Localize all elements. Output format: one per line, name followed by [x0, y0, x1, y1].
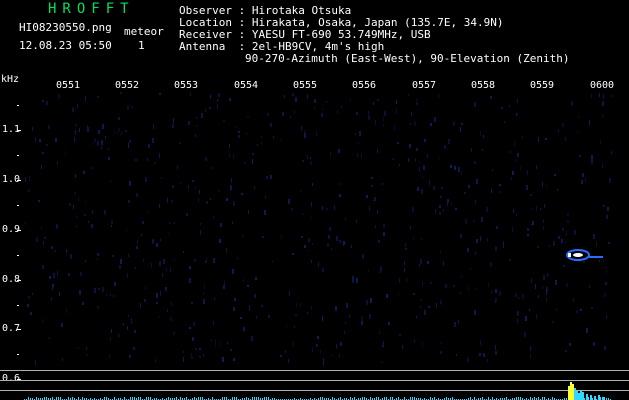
- meteor-count: 1: [138, 39, 145, 52]
- signal-level-strip: [24, 382, 611, 400]
- time-tick: 0557: [412, 80, 437, 91]
- freq-tick-mark: [17, 280, 21, 281]
- time-tick: 0556: [352, 80, 377, 91]
- freq-minor-tick: [17, 205, 19, 206]
- time-tick: 0555: [293, 80, 318, 91]
- freq-tick-mark: [17, 329, 21, 330]
- spectrogram-plot: [24, 92, 612, 398]
- timestamp-label: 12.08.23 05:50: [19, 39, 112, 52]
- meteor-echo: [566, 249, 603, 261]
- time-tick: 0553: [174, 80, 199, 91]
- time-tick: 0552: [115, 80, 140, 91]
- reference-line-upper: [0, 370, 629, 371]
- filename-label: HI08230550.png: [19, 21, 112, 34]
- freq-minor-tick: [17, 305, 19, 306]
- spectrogram-screen: HROFFT HI08230550.png 12.08.23 05:50 met…: [0, 0, 629, 400]
- app-brand: HROFFT: [48, 1, 135, 17]
- time-tick: 0600: [590, 80, 615, 91]
- freq-tick-mark: [17, 230, 21, 231]
- freq-minor-tick: [17, 354, 19, 355]
- y-axis-unit: kHz: [1, 74, 20, 85]
- freq-minor-tick: [17, 255, 19, 256]
- meteor-label: meteor: [124, 25, 164, 38]
- time-tick: 0554: [234, 80, 259, 91]
- time-tick: 0551: [56, 80, 81, 91]
- freq-minor-tick: [17, 155, 19, 156]
- antenna-line-2: 90-270-Azimuth (East-West), 90-Elevation…: [245, 52, 570, 65]
- noise-field: [25, 92, 612, 366]
- freq-minor-tick: [17, 105, 19, 106]
- time-tick: 0559: [530, 80, 555, 91]
- freq-tick-mark: [17, 180, 21, 181]
- freq-tick-mark: [17, 130, 21, 131]
- time-tick: 0558: [471, 80, 496, 91]
